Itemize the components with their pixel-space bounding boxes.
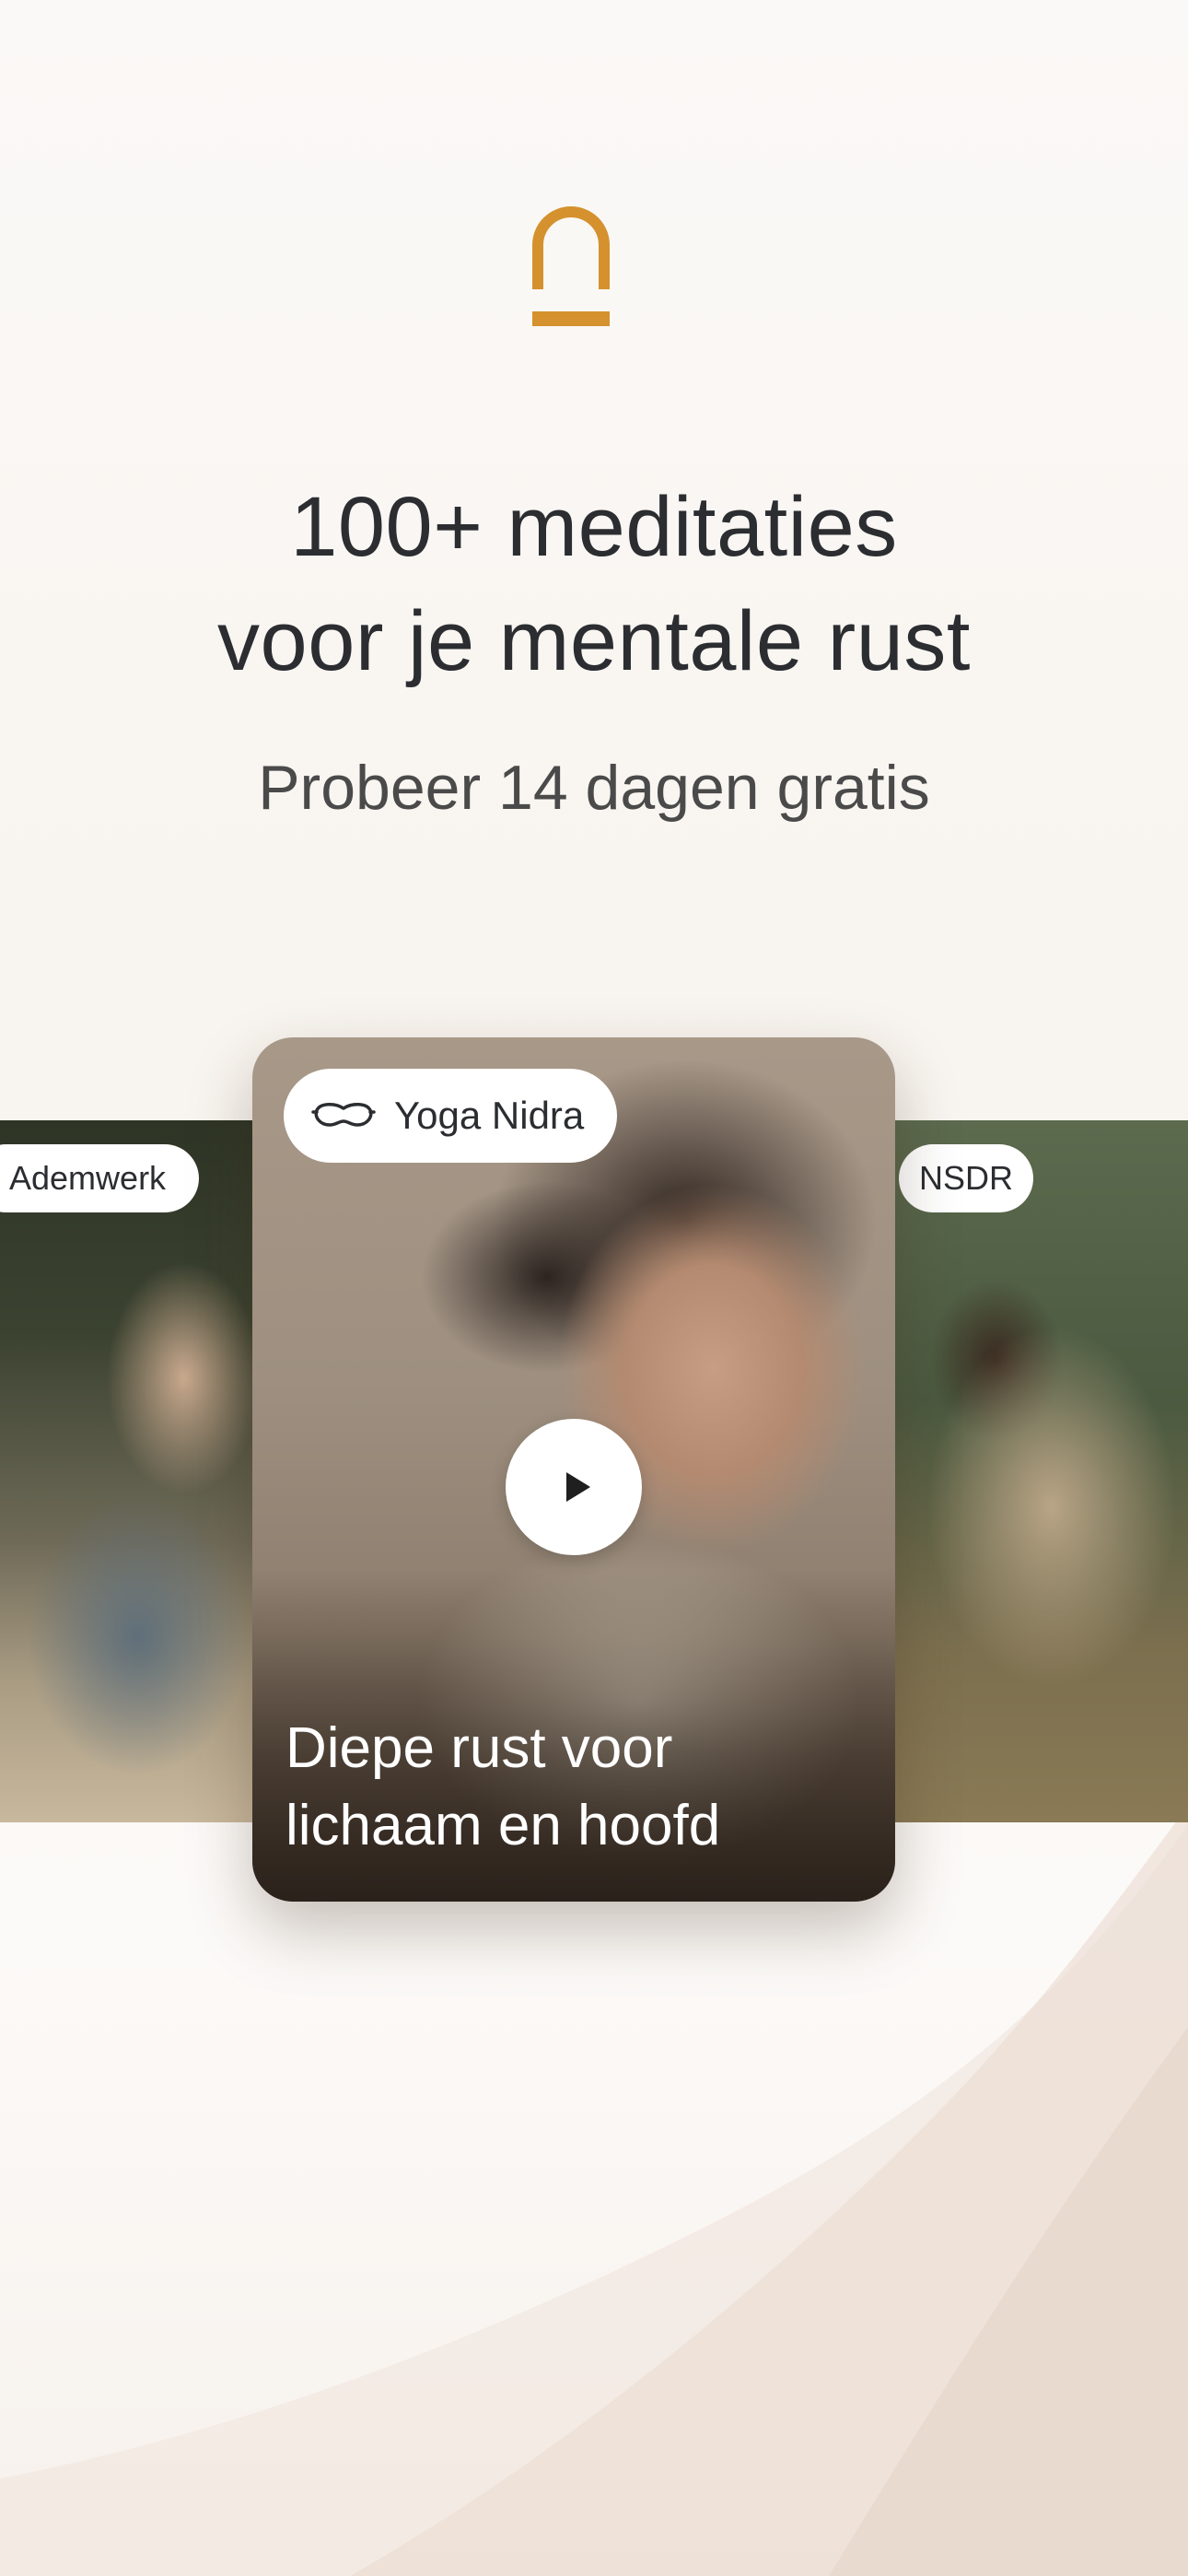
sleep-mask-icon (311, 1103, 376, 1127)
carousel-card-nsdr[interactable] (895, 1120, 1188, 1822)
card-title-line-1: Diepe rust voor (285, 1716, 673, 1780)
category-label: Yoga Nidra (394, 1094, 585, 1137)
card-title-line-2: lichaam en hoofd (285, 1794, 721, 1857)
meditation-carousel[interactable]: Ademwerk NSDR Yoga Nidra Diepe rust voor… (0, 1032, 1188, 1935)
onboarding-screen: 100+ meditaties voor je mentale rust Pro… (0, 0, 1188, 2576)
trial-subheadline: Probeer 14 dagen gratis (258, 753, 930, 823)
carousel-card-ademwerk[interactable] (0, 1120, 252, 1822)
card-title: Diepe rust voor lichaam en hoofd (285, 1710, 856, 1865)
arch-logo-icon (532, 206, 610, 326)
page-headline: 100+ meditaties voor je mentale rust (74, 470, 1114, 698)
category-chip-ademwerk: Ademwerk (0, 1144, 199, 1212)
category-chip-yoga-nidra: Yoga Nidra (284, 1069, 618, 1163)
headline-line-1: 100+ meditaties (290, 480, 898, 574)
play-button[interactable] (506, 1419, 642, 1555)
carousel-card-yoga-nidra[interactable]: Yoga Nidra Diepe rust voor lichaam en ho… (252, 1037, 895, 1902)
category-chip-nsdr: NSDR (899, 1144, 1033, 1212)
play-icon (566, 1472, 590, 1502)
headline-line-2: voor je mentale rust (217, 594, 971, 688)
